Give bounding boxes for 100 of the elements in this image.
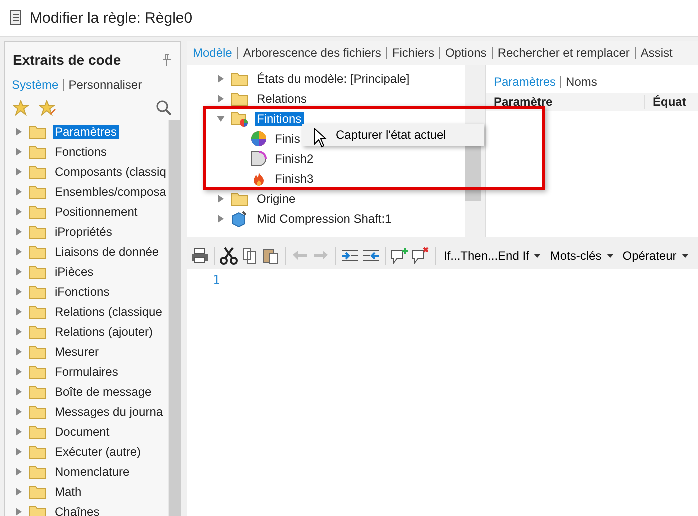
snippet-category[interactable]: Relations (classique xyxy=(53,305,164,319)
snippet-category[interactable]: Exécuter (autre) xyxy=(53,445,144,459)
snippet-category[interactable]: Messages du journa xyxy=(53,405,166,419)
folder-icon xyxy=(29,284,47,300)
snippet-category[interactable]: iPièces xyxy=(53,265,96,279)
column-header[interactable]: Paramètre xyxy=(486,95,645,109)
collapsed-arrow-icon[interactable] xyxy=(15,368,23,376)
folder-icon xyxy=(29,324,47,340)
snippet-category[interactable]: iFonctions xyxy=(53,285,112,299)
folder-icon xyxy=(29,344,47,360)
scrollbar[interactable] xyxy=(168,120,180,516)
folder-icon xyxy=(29,184,47,200)
tab[interactable]: Noms xyxy=(560,76,598,88)
flame-icon xyxy=(251,171,267,187)
folder-icon xyxy=(29,384,47,400)
delete-comment-icon[interactable] xyxy=(412,247,430,265)
snippet-category[interactable]: Liaisons de donnée xyxy=(53,245,162,259)
folder-icon xyxy=(29,504,47,516)
collapsed-arrow-icon[interactable] xyxy=(15,328,23,336)
column-header[interactable]: Équat xyxy=(645,95,686,109)
star-icon[interactable] xyxy=(13,100,29,116)
collapsed-arrow-icon[interactable] xyxy=(15,428,23,436)
search-icon[interactable] xyxy=(156,100,172,116)
collapsed-arrow-icon[interactable] xyxy=(15,168,23,176)
dropdown-button[interactable]: Opérateur xyxy=(620,249,692,263)
folder-icon xyxy=(29,224,47,240)
pin-icon[interactable] xyxy=(162,54,172,66)
folder-with-color-wheel-icon xyxy=(231,111,249,127)
snippet-category[interactable]: Fonctions xyxy=(53,145,110,159)
tree-item[interactable]: Finis xyxy=(273,132,302,146)
collapsed-arrow-icon[interactable] xyxy=(15,468,23,476)
collapsed-arrow-icon[interactable] xyxy=(15,388,23,396)
tree-item[interactable]: Finish2 xyxy=(273,152,316,166)
line-number: 1 xyxy=(213,273,222,287)
tree-item[interactable]: Relations xyxy=(255,92,310,106)
tree-item[interactable]: États du modèle: [Principale] xyxy=(255,72,412,86)
snippet-category[interactable]: Positionnement xyxy=(53,205,140,219)
collapsed-arrow-icon[interactable] xyxy=(15,408,23,416)
snippet-category[interactable]: Mesurer xyxy=(53,345,102,359)
tab[interactable]: Options xyxy=(439,47,487,59)
collapsed-arrow-icon[interactable] xyxy=(15,508,23,516)
folder-icon xyxy=(29,244,47,260)
menu-item[interactable]: Capturer l'état actuel xyxy=(302,124,484,146)
folder-icon xyxy=(231,92,249,106)
tree-item[interactable]: Mid Compression Shaft:1 xyxy=(255,212,394,226)
collapsed-arrow-icon[interactable] xyxy=(217,195,225,203)
folder-icon xyxy=(29,364,47,380)
collapsed-arrow-icon[interactable] xyxy=(217,95,225,103)
dropdown-button[interactable]: Mots-clés xyxy=(547,249,617,263)
print-icon[interactable] xyxy=(191,247,209,265)
folder-icon xyxy=(29,444,47,460)
folder-icon xyxy=(29,164,47,180)
collapsed-arrow-icon[interactable] xyxy=(15,348,23,356)
collapsed-arrow-icon[interactable] xyxy=(15,208,23,216)
snippet-category[interactable]: Composants (classiq xyxy=(53,165,168,179)
collapsed-arrow-icon[interactable] xyxy=(15,248,23,256)
collapsed-arrow-icon[interactable] xyxy=(15,268,23,276)
folder-icon xyxy=(29,484,47,500)
tab[interactable]: Fichiers xyxy=(386,47,434,59)
part-icon xyxy=(231,211,249,227)
snippet-category[interactable]: Boîte de message xyxy=(53,385,154,399)
tree-item[interactable]: Finish3 xyxy=(273,172,316,186)
dropdown-button[interactable]: If...Then...End If xyxy=(441,249,544,263)
tab[interactable]: Arborescence des fichiers xyxy=(237,47,382,59)
snippet-category[interactable]: Ensembles/composa xyxy=(53,185,168,199)
add-comment-icon[interactable] xyxy=(391,247,409,265)
folder-icon xyxy=(29,464,47,480)
folder-icon xyxy=(29,404,47,420)
snippet-category[interactable]: Paramètres xyxy=(53,125,120,139)
snippet-category[interactable]: Document xyxy=(53,425,112,439)
collapsed-arrow-icon[interactable] xyxy=(15,188,23,196)
collapsed-arrow-icon[interactable] xyxy=(217,75,225,83)
tab[interactable]: Personnaliser xyxy=(62,79,142,91)
tab[interactable]: Paramètres xyxy=(494,75,556,89)
tree-item[interactable]: Origine xyxy=(255,192,298,206)
copy-icon[interactable] xyxy=(241,247,259,265)
caret-icon xyxy=(682,254,689,258)
caret-icon xyxy=(606,254,614,258)
snippet-category[interactable]: Nomenclature xyxy=(53,465,132,479)
tab[interactable]: Rechercher et remplacer xyxy=(492,47,630,59)
snippet-category[interactable]: Formulaires xyxy=(53,365,120,379)
collapsed-arrow-icon[interactable] xyxy=(217,215,225,223)
snippet-category[interactable]: Relations (ajouter) xyxy=(53,325,156,339)
expanded-arrow-icon[interactable] xyxy=(217,115,225,123)
paste-icon[interactable] xyxy=(262,247,280,265)
collapsed-arrow-icon[interactable] xyxy=(15,128,23,136)
snippet-category[interactable]: Math xyxy=(53,485,84,499)
collapsed-arrow-icon[interactable] xyxy=(15,448,23,456)
tab[interactable]: Assist xyxy=(634,47,673,59)
snippet-category[interactable]: Chaînes xyxy=(53,505,102,516)
collapsed-arrow-icon[interactable] xyxy=(15,228,23,236)
collapsed-arrow-icon[interactable] xyxy=(15,148,23,156)
snippet-category[interactable]: iPropriétés xyxy=(53,225,114,239)
collapsed-arrow-icon[interactable] xyxy=(15,288,23,296)
collapsed-arrow-icon[interactable] xyxy=(15,308,23,316)
scissors-icon[interactable] xyxy=(220,247,238,265)
folder-icon xyxy=(29,264,47,280)
star-pencil-icon[interactable] xyxy=(39,100,57,116)
collapsed-arrow-icon[interactable] xyxy=(15,488,23,496)
tree-item[interactable]: Finitions xyxy=(255,112,304,126)
